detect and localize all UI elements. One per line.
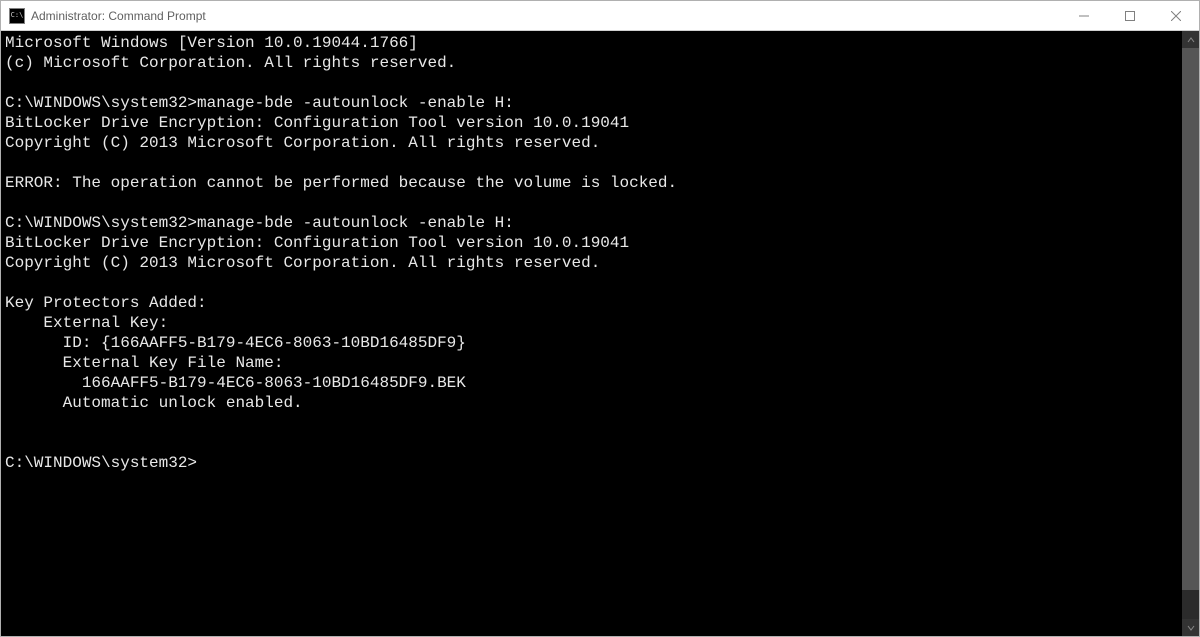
scroll-down-button[interactable] (1182, 619, 1199, 636)
app-icon (9, 8, 25, 24)
scrollbar-thumb[interactable] (1182, 48, 1199, 590)
minimize-button[interactable] (1061, 1, 1107, 30)
maximize-button[interactable] (1107, 1, 1153, 30)
scrollbar-track[interactable] (1182, 48, 1199, 619)
client-area: Microsoft Windows [Version 10.0.19044.17… (1, 31, 1199, 636)
scroll-up-button[interactable] (1182, 31, 1199, 48)
window-controls (1061, 1, 1199, 30)
minimize-icon (1079, 11, 1089, 21)
maximize-icon (1125, 11, 1135, 21)
close-icon (1171, 11, 1181, 21)
app-window: Administrator: Command Prompt Microsoft … (0, 0, 1200, 637)
close-button[interactable] (1153, 1, 1199, 30)
window-title: Administrator: Command Prompt (31, 9, 206, 23)
vertical-scrollbar[interactable] (1182, 31, 1199, 636)
chevron-up-icon (1187, 36, 1195, 44)
terminal-output[interactable]: Microsoft Windows [Version 10.0.19044.17… (1, 31, 1182, 636)
titlebar[interactable]: Administrator: Command Prompt (1, 1, 1199, 31)
chevron-down-icon (1187, 624, 1195, 632)
